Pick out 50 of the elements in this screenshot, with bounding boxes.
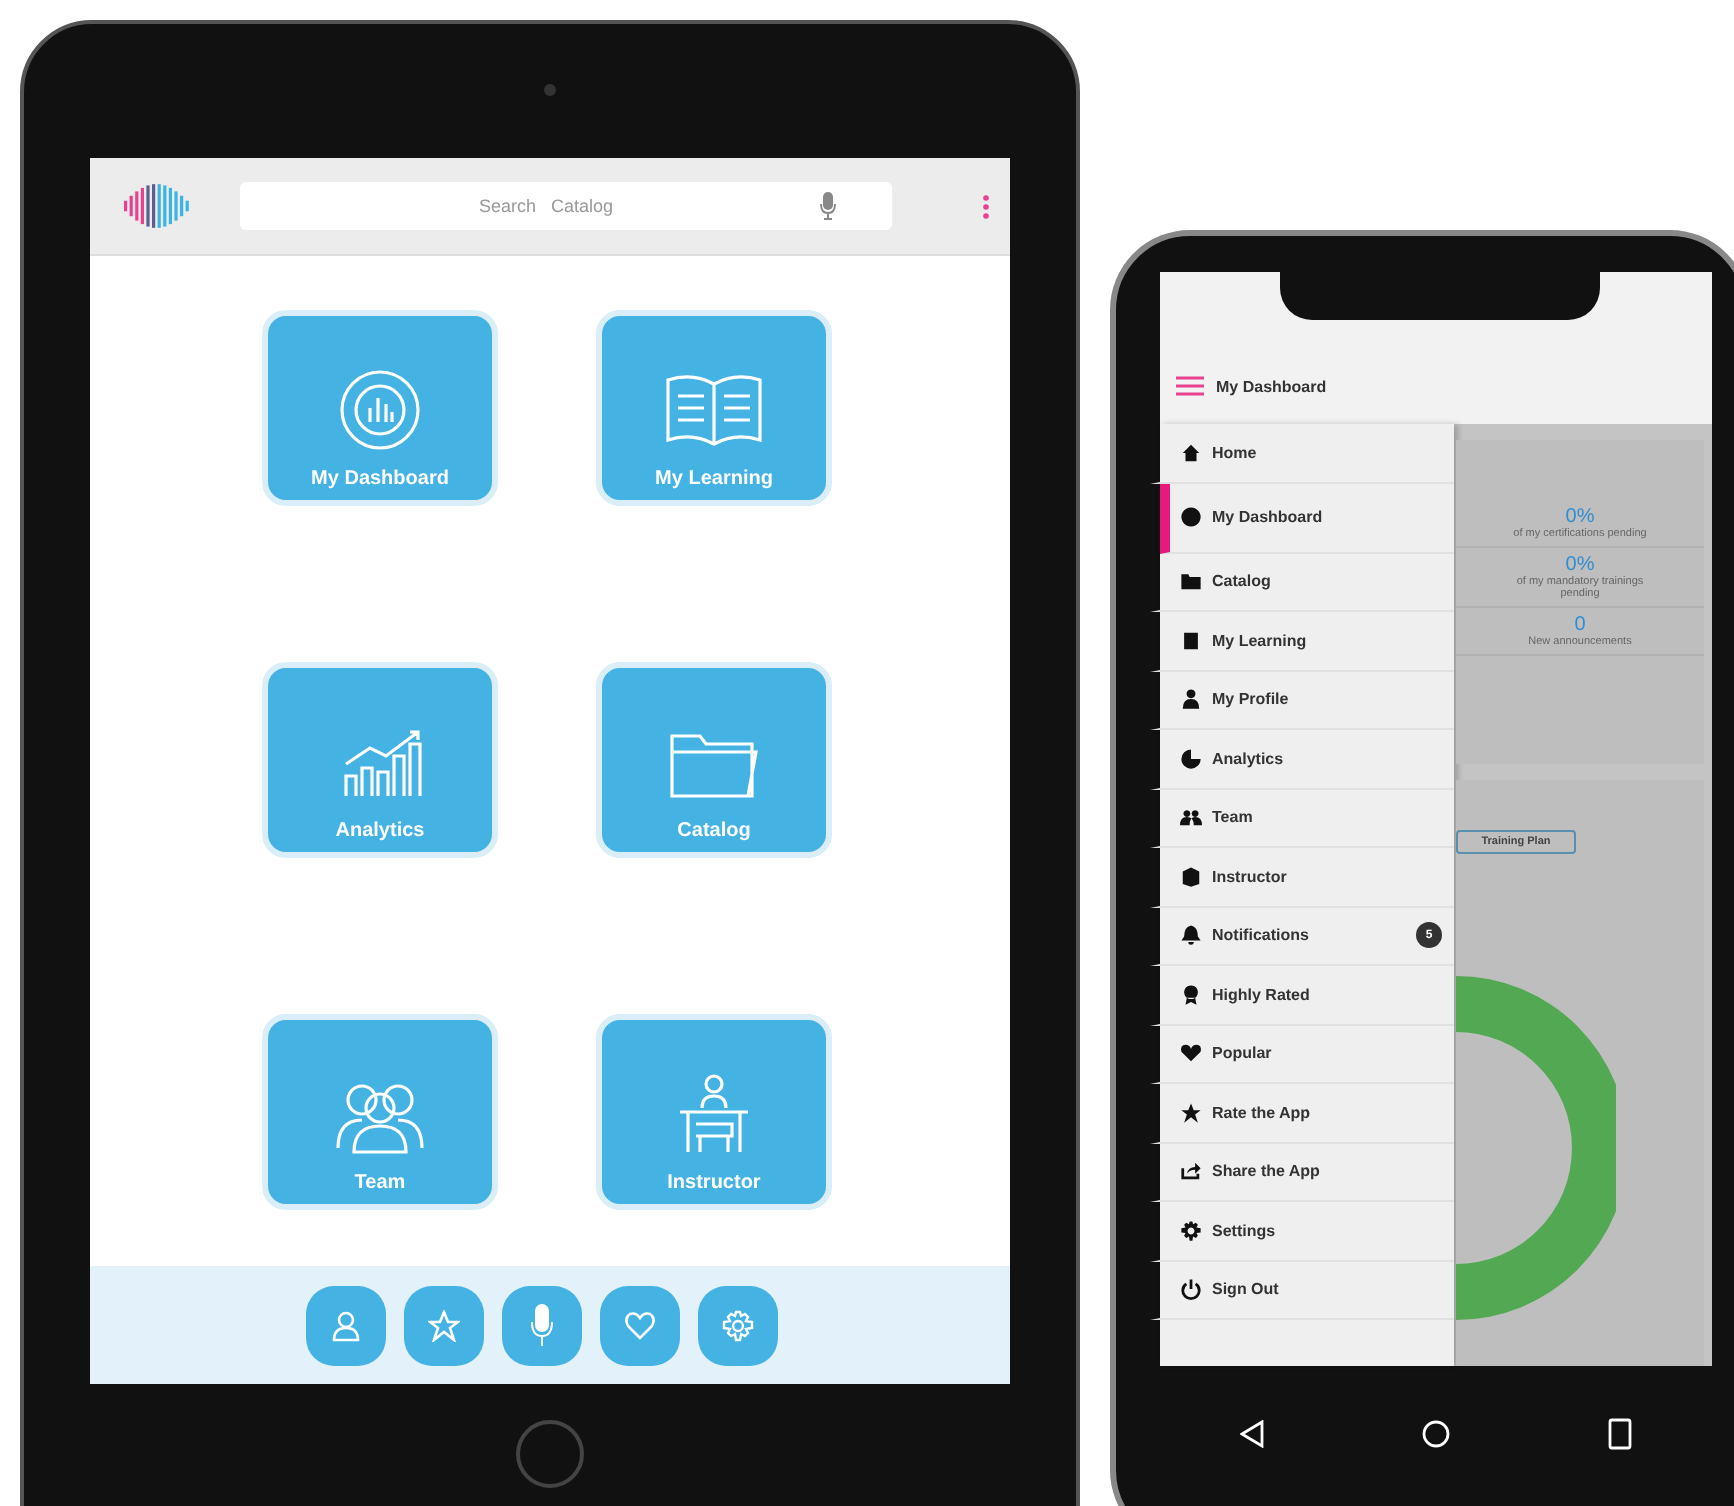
share-icon — [1180, 1160, 1202, 1183]
search-field[interactable]: Search Catalog — [240, 182, 892, 230]
menu-item[interactable]: Rate the App — [1150, 1084, 1454, 1143]
menu-item[interactable]: Share the App — [1150, 1143, 1454, 1202]
settings-button[interactable] — [697, 1285, 777, 1365]
recent-apps-icon[interactable] — [1608, 1418, 1633, 1450]
screen-title: My Dashboard — [1216, 378, 1327, 396]
menu-item[interactable]: Settings — [1150, 1202, 1454, 1261]
home-icon — [1180, 441, 1202, 464]
heart-icon — [1180, 1042, 1202, 1065]
logo-icon — [124, 182, 192, 230]
star-icon — [1180, 1101, 1202, 1124]
heart-icon — [623, 1310, 655, 1340]
profile-button[interactable] — [305, 1285, 385, 1365]
stat-value: 0% — [1565, 554, 1595, 576]
folder-icon — [1180, 570, 1202, 593]
microphone-icon — [529, 1303, 553, 1347]
menu-item[interactable]: Popular — [1150, 1025, 1454, 1084]
home-button[interactable] — [516, 1420, 584, 1488]
star-icon — [427, 1309, 459, 1341]
menu-item[interactable]: Highly Rated — [1150, 966, 1454, 1025]
power-icon — [1180, 1278, 1202, 1301]
menu-item[interactable]: My Learning — [1150, 612, 1454, 671]
back-icon[interactable] — [1239, 1420, 1264, 1448]
gear-icon — [1180, 1219, 1202, 1242]
menu-icon[interactable] — [1176, 376, 1204, 396]
bell-icon — [1180, 924, 1202, 947]
more-options-icon[interactable] — [982, 193, 990, 219]
home-icon[interactable] — [1421, 1420, 1450, 1448]
camera-lens — [544, 84, 556, 96]
favorites-button[interactable] — [403, 1285, 483, 1365]
person-icon — [331, 1309, 359, 1341]
person-icon — [1180, 688, 1202, 711]
people-icon — [1180, 806, 1202, 829]
menu-item[interactable]: Instructor — [1150, 848, 1454, 907]
menu-item[interactable]: Catalog — [1150, 553, 1454, 612]
microphone-icon[interactable] — [820, 192, 836, 220]
menu-item[interactable]: Sign Out — [1150, 1261, 1454, 1320]
pie-icon — [1180, 747, 1202, 770]
settings-icon — [721, 1309, 753, 1341]
voice-button[interactable] — [501, 1285, 581, 1365]
menu-item[interactable]: My Profile — [1150, 671, 1454, 730]
stat-value: 0% — [1565, 506, 1595, 528]
menu-item[interactable]: Home — [1150, 424, 1454, 483]
likes-button[interactable] — [599, 1285, 679, 1365]
stat-value: 0 — [1574, 614, 1586, 636]
menu-item[interactable]: Team — [1150, 789, 1454, 848]
box-icon — [1180, 865, 1202, 888]
menu-item[interactable]: Analytics — [1150, 730, 1454, 789]
ribbon-icon — [1180, 983, 1202, 1006]
